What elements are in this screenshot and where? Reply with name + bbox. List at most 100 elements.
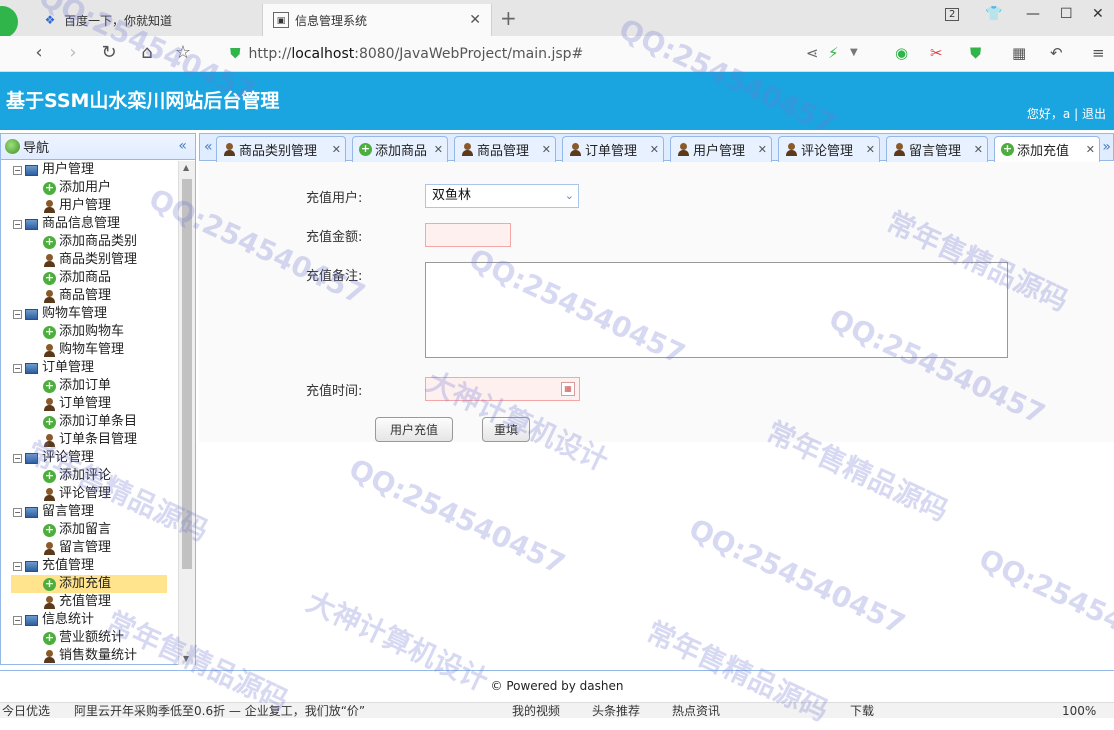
new-tab-button[interactable]: + bbox=[500, 6, 517, 30]
logout-link[interactable]: 退出 bbox=[1082, 107, 1106, 121]
collapse-toggle-icon[interactable]: − bbox=[13, 561, 22, 571]
scroll-thumb[interactable] bbox=[182, 179, 192, 569]
apps-icon[interactable]: ▦ bbox=[1012, 44, 1026, 62]
nav-item-label: 添加购物车 bbox=[59, 324, 125, 339]
app-tab[interactable]: 用户管理 ✕ bbox=[670, 136, 772, 162]
browser-tab-baidu[interactable]: ❖ 百度一下，你就知道 bbox=[32, 4, 262, 36]
collapse-toggle-icon[interactable]: − bbox=[13, 219, 22, 229]
flash-icon[interactable]: ⚡ bbox=[828, 44, 839, 62]
nav-item[interactable]: 订单条目管理 bbox=[1, 431, 177, 449]
scroll-up-icon[interactable]: ▲ bbox=[183, 163, 189, 172]
nav-group[interactable]: − 评论管理 bbox=[1, 449, 177, 467]
nav-scrollbar[interactable]: ▲ ▼ bbox=[178, 161, 195, 665]
close-icon[interactable]: ✕ bbox=[758, 143, 767, 156]
maximize-icon[interactable]: ☐ bbox=[1060, 6, 1073, 22]
tabs-scroll-right-icon[interactable]: » bbox=[1102, 139, 1111, 155]
nav-item[interactable]: 充值管理 bbox=[1, 593, 177, 611]
nav-item[interactable]: 留言管理 bbox=[1, 539, 177, 557]
minimize-icon[interactable]: — bbox=[1026, 6, 1040, 22]
status-zoom[interactable]: 100% bbox=[1062, 703, 1096, 719]
nav-group[interactable]: − 用户管理 bbox=[1, 161, 177, 179]
nav-item[interactable]: + 添加订单条目 bbox=[1, 413, 177, 431]
nav-item[interactable]: + 添加用户 bbox=[1, 179, 177, 197]
close-icon[interactable]: ✕ bbox=[542, 143, 551, 156]
scissors-icon[interactable]: ✂ bbox=[930, 44, 943, 62]
shirt-icon[interactable]: 👕 bbox=[985, 6, 1002, 22]
reset-button[interactable]: 重填 bbox=[482, 417, 530, 442]
nav-item[interactable]: 商品管理 bbox=[1, 287, 177, 305]
tab-count-badge[interactable]: 2 bbox=[945, 8, 960, 21]
nav-item[interactable]: + 添加评论 bbox=[1, 467, 177, 485]
nav-item[interactable]: + 添加商品 bbox=[1, 269, 177, 287]
nav-group[interactable]: − 充值管理 bbox=[1, 557, 177, 575]
nav-item[interactable]: + 添加留言 bbox=[1, 521, 177, 539]
nav-item[interactable]: + 添加商品类别 bbox=[1, 233, 177, 251]
scroll-down-icon[interactable]: ▼ bbox=[183, 654, 189, 663]
back-icon[interactable]: ‹ bbox=[28, 42, 50, 64]
nav-group[interactable]: − 信息统计 bbox=[1, 611, 177, 629]
collapse-toggle-icon[interactable]: − bbox=[13, 363, 22, 373]
collapse-toggle-icon[interactable]: − bbox=[13, 615, 22, 625]
recharge-time-input[interactable]: ▦ bbox=[425, 377, 580, 401]
menu-icon[interactable]: ≡ bbox=[1092, 44, 1105, 62]
status-download[interactable]: 下载 bbox=[850, 703, 874, 719]
collapse-toggle-icon[interactable]: − bbox=[13, 507, 22, 517]
computer-icon bbox=[25, 614, 38, 626]
close-icon[interactable]: ✕ bbox=[866, 143, 875, 156]
nav-item[interactable]: 商品类别管理 bbox=[1, 251, 177, 269]
chevron-down-icon[interactable]: ▼ bbox=[850, 47, 858, 58]
nav-group[interactable]: − 购物车管理 bbox=[1, 305, 177, 323]
nav-item[interactable]: 销售数量统计 bbox=[1, 647, 177, 665]
app-tab[interactable]: 留言管理 ✕ bbox=[886, 136, 988, 162]
app-tab[interactable]: 订单管理 ✕ bbox=[562, 136, 664, 162]
close-icon[interactable]: ✕ bbox=[469, 12, 481, 28]
status-recommend[interactable]: 头条推荐 bbox=[592, 703, 640, 719]
collapse-toggle-icon[interactable]: − bbox=[13, 453, 22, 463]
app-tab[interactable]: 评论管理 ✕ bbox=[778, 136, 880, 162]
collapse-toggle-icon[interactable]: − bbox=[13, 165, 22, 175]
submit-recharge-button[interactable]: 用户充值 bbox=[375, 417, 453, 442]
undo-icon[interactable]: ↶ bbox=[1050, 44, 1063, 62]
nav-group[interactable]: − 商品信息管理 bbox=[1, 215, 177, 233]
recharge-user-select[interactable]: 双鱼林 ⌄ bbox=[425, 184, 579, 208]
nav-item[interactable]: 购物车管理 bbox=[1, 341, 177, 359]
browser-tab-info-system[interactable]: ▣ 信息管理系统 ✕ bbox=[262, 4, 492, 36]
close-icon[interactable]: ✕ bbox=[1086, 143, 1095, 156]
nav-group[interactable]: − 订单管理 bbox=[1, 359, 177, 377]
close-icon[interactable]: ✕ bbox=[434, 143, 443, 156]
address-bar[interactable]: ⛊ http:// localhost :8080/JavaWebProject… bbox=[230, 41, 870, 67]
collapse-toggle-icon[interactable]: − bbox=[13, 309, 22, 319]
close-icon[interactable]: ✕ bbox=[332, 143, 341, 156]
recharge-note-textarea[interactable] bbox=[425, 262, 1008, 358]
nav-group[interactable]: − 留言管理 bbox=[1, 503, 177, 521]
close-icon[interactable]: ✕ bbox=[650, 143, 659, 156]
app-tab[interactable]: + 添加商品 ✕ bbox=[352, 136, 448, 162]
tabs-scroll-left-icon[interactable]: « bbox=[204, 139, 213, 155]
nav-item[interactable]: + 添加充值 bbox=[11, 575, 167, 593]
nav-item[interactable]: 用户管理 bbox=[1, 197, 177, 215]
collapse-icon[interactable]: « bbox=[178, 138, 187, 154]
close-window-icon[interactable]: ✕ bbox=[1092, 6, 1104, 22]
nav-item[interactable]: + 营业额统计 bbox=[1, 629, 177, 647]
status-today-picks[interactable]: 今日优选 bbox=[2, 703, 50, 719]
shield-ext-icon[interactable]: ⛊ bbox=[970, 44, 981, 62]
forward-icon[interactable]: › bbox=[62, 42, 84, 64]
status-video[interactable]: 我的视频 bbox=[512, 703, 560, 719]
nav-item[interactable]: 订单管理 bbox=[1, 395, 177, 413]
star-icon[interactable]: ☆ bbox=[172, 42, 194, 64]
calendar-icon[interactable]: ▦ bbox=[561, 382, 575, 396]
nav-item[interactable]: + 添加购物车 bbox=[1, 323, 177, 341]
green-circle-icon[interactable]: ◉ bbox=[895, 44, 908, 62]
status-ad[interactable]: 阿里云开年采购季低至0.6折 — 企业复工，我们放“价” bbox=[74, 703, 365, 719]
share-icon[interactable]: ⋖ bbox=[806, 44, 819, 62]
nav-item[interactable]: 评论管理 bbox=[1, 485, 177, 503]
home-icon[interactable]: ⌂ bbox=[136, 42, 158, 64]
app-tab[interactable]: 商品类别管理 ✕ bbox=[216, 136, 346, 162]
status-news[interactable]: 热点资讯 bbox=[672, 703, 720, 719]
reload-icon[interactable]: ↻ bbox=[98, 42, 120, 64]
recharge-amount-input[interactable] bbox=[425, 223, 511, 247]
app-tab[interactable]: + 添加充值 ✕ bbox=[994, 136, 1100, 162]
app-tab[interactable]: 商品管理 ✕ bbox=[454, 136, 556, 162]
close-icon[interactable]: ✕ bbox=[974, 143, 983, 156]
nav-item[interactable]: + 添加订单 bbox=[1, 377, 177, 395]
